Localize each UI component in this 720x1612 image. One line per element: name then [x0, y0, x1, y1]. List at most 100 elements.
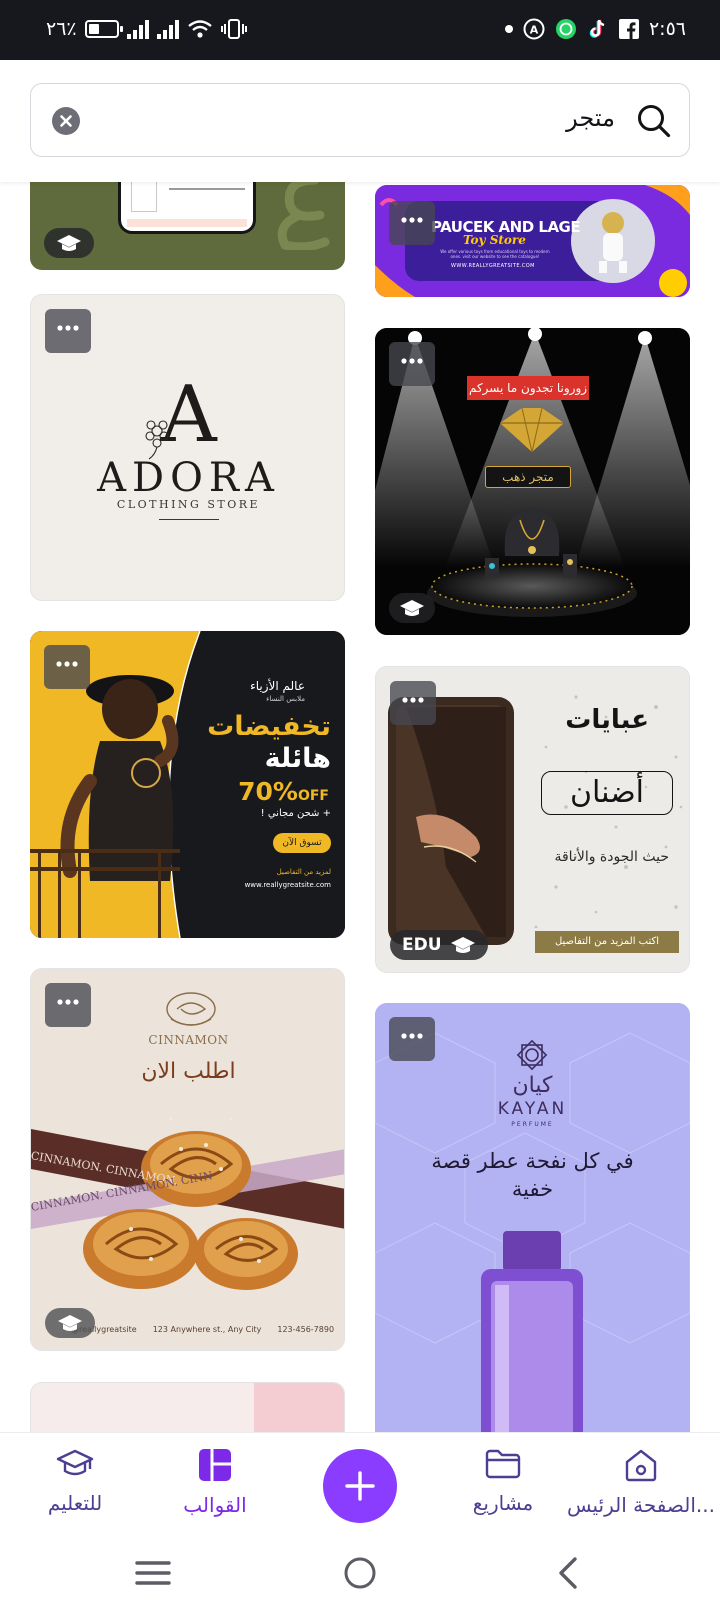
back-icon[interactable]	[556, 1556, 580, 1590]
footer-address: 123 Anywhere st., Any City	[152, 1325, 262, 1334]
nav-projects-label: مشاريع	[472, 1491, 534, 1515]
fashion-more: لمزيد من التفاصيل	[276, 868, 331, 876]
education-badge	[45, 1308, 95, 1338]
signal-icon-1	[126, 19, 149, 39]
template-card-kayan[interactable]: كيان KAYAN PERFUME في كل نفحة عطر قصة خف…	[375, 1003, 690, 1432]
graduation-cap-icon	[450, 937, 475, 953]
nav-learn[interactable]: للتعليم	[0, 1447, 150, 1515]
template-card-partial[interactable]	[30, 1382, 345, 1432]
more-options-button[interactable]	[389, 1017, 435, 1061]
fashion-headline-1: تخفيضات	[207, 711, 331, 742]
graduation-cap-icon	[58, 1315, 82, 1331]
status-bar: ٢٦٪ A ٢:٥٦	[0, 0, 720, 60]
flower-icon	[145, 420, 169, 460]
template-card-cinnamon[interactable]: CINNAMON اطلب الان CINNAMON. CINNAMON. C…	[30, 968, 345, 1351]
nav-home[interactable]: الصفحة الرئيس...	[566, 1447, 716, 1517]
toy-subtitle: Toy Store	[463, 233, 526, 247]
kayan-brand-sub: PERFUME	[511, 1121, 554, 1128]
decorative-glyph	[277, 182, 330, 250]
template-card-fashion-sale[interactable]: عالم الأزياء ملابس النساء تخفيضات هائلة …	[30, 631, 345, 938]
plus-icon	[345, 1471, 375, 1501]
fashion-shipping: + شحن مجاني !	[260, 808, 331, 819]
discount-off: OFF	[297, 788, 329, 804]
signal-icon-2	[156, 19, 179, 39]
edu-badge-label: EDU	[402, 935, 442, 955]
more-icon	[401, 358, 423, 364]
more-options-button[interactable]	[45, 309, 91, 353]
more-icon	[401, 217, 423, 223]
templates-icon	[199, 1449, 231, 1481]
search-query: متجر	[566, 104, 615, 132]
folder-icon	[485, 1449, 521, 1479]
graduation-cap-icon	[56, 1449, 94, 1476]
footer-phone: 123-456-7890	[277, 1325, 335, 1334]
more-options-button[interactable]	[45, 983, 91, 1027]
template-card-toy-store[interactable]: PAUCEK AND LAGE Toy Store We offer vario…	[375, 185, 690, 297]
kayan-headline: في كل نفحة عطر قصة خفية	[431, 1149, 634, 1201]
svg-text:A: A	[530, 24, 539, 37]
more-options-button[interactable]	[389, 201, 435, 245]
abaya-cta: اكتب المزيد من التفاصيل	[535, 931, 679, 953]
status-right: A ٢:٥٦	[504, 18, 686, 40]
clear-search-button[interactable]	[52, 107, 80, 135]
nav-templates[interactable]: القوالب	[140, 1447, 290, 1517]
more-icon	[401, 1033, 423, 1039]
dot-icon	[504, 25, 513, 33]
more-options-button[interactable]	[390, 681, 436, 725]
cinnamon-footer: @reallygreatsite 123 Anywhere st., Any C…	[71, 1325, 334, 1334]
toy-url: WWW.REALLYGREATSITE.COM	[451, 263, 535, 269]
vibrate-icon	[220, 19, 247, 39]
system-navigation-bar	[0, 1534, 720, 1612]
fashion-cta: تسوق الآن	[273, 833, 331, 853]
partial-accent	[254, 1383, 344, 1432]
facebook-icon	[618, 19, 639, 39]
gold-store-name: متجر ذهب	[485, 466, 571, 488]
tiktok-icon	[589, 19, 605, 38]
adora-brand: ADORA	[97, 455, 280, 501]
template-card-gold-store[interactable]: زورونا تجدون ما يسركم متجر ذهب	[375, 328, 690, 635]
template-card-abayas[interactable]: عبايات أضنان حيث الجودة والأناقة اكتب ال…	[375, 666, 690, 973]
more-options-button[interactable]	[389, 342, 435, 386]
ornament-divider	[159, 519, 219, 520]
discount-value: 70%	[238, 777, 298, 806]
fashion-brand: عالم الأزياء	[250, 679, 305, 693]
create-design-button[interactable]	[323, 1449, 397, 1523]
wifi-icon	[187, 20, 212, 38]
more-icon	[57, 325, 79, 331]
template-preview	[118, 182, 256, 234]
home-circle-icon[interactable]	[343, 1556, 377, 1590]
gold-banner: زورونا تجدون ما يسركم	[467, 376, 589, 400]
abaya-tagline: حيث الجودة والأناقة	[554, 849, 669, 865]
toy-body: We offer various toys from educational t…	[440, 249, 550, 259]
nav-learn-label: للتعليم	[47, 1491, 103, 1515]
nav-templates-label: القوالب	[183, 1493, 247, 1517]
close-icon	[60, 115, 72, 127]
kayan-background	[375, 1003, 690, 1432]
abaya-title: عبايات	[565, 705, 649, 735]
fashion-discount: 70%OFF	[238, 777, 329, 806]
more-options-button[interactable]	[44, 645, 90, 689]
graduation-cap-icon	[400, 600, 424, 616]
nav-projects[interactable]: مشاريع	[428, 1447, 578, 1515]
search-input[interactable]: متجر	[30, 83, 690, 157]
more-icon	[57, 999, 79, 1005]
app-root: ٢٦٪ A ٢:٥٦ متجر PAUCEK AND LAGE Toy Stor…	[0, 0, 720, 1612]
fashion-headline-2: هائلة	[264, 743, 331, 774]
template-grid: PAUCEK AND LAGE Toy Store We offer vario…	[0, 182, 720, 1432]
template-card-olive[interactable]	[30, 182, 345, 270]
search-header: متجر	[0, 60, 720, 182]
accessibility-icon: A	[523, 18, 545, 40]
battery-percent: ٢٦٪	[46, 18, 77, 40]
template-card-adora[interactable]: A ADORA CLOTHING STORE	[30, 294, 345, 601]
adora-letter: A	[160, 370, 217, 460]
cinnamon-headline: اطلب الان	[141, 1059, 236, 1084]
more-icon	[56, 661, 78, 667]
education-badge	[44, 228, 94, 258]
adora-tagline: CLOTHING STORE	[116, 498, 261, 511]
education-badge	[389, 593, 435, 623]
abaya-brand: أضنان	[541, 771, 673, 815]
recent-apps-icon[interactable]	[135, 1558, 171, 1588]
edu-badge: EDU	[390, 930, 488, 960]
clock: ٢:٥٦	[648, 18, 686, 40]
search-icon[interactable]	[635, 102, 673, 140]
